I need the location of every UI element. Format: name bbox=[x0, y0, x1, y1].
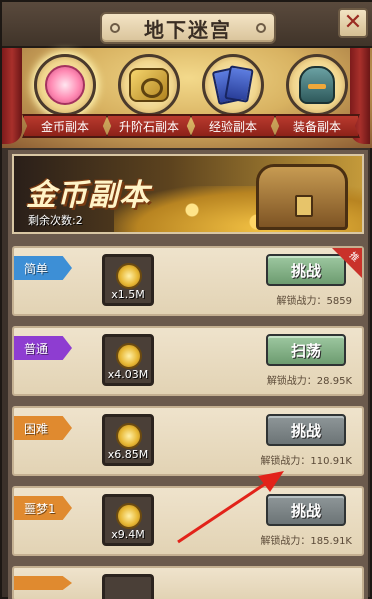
close-button[interactable]: ✕ bbox=[338, 8, 368, 38]
tab-icon-frame bbox=[34, 54, 96, 116]
window-title: 地下迷宫 bbox=[144, 17, 232, 42]
difficulty-tag: 噩梦1 bbox=[14, 496, 72, 520]
difficulty-row-partial bbox=[12, 566, 364, 599]
reward-slot[interactable]: x9.4M bbox=[102, 494, 154, 546]
unlock-power: 解锁战力：185.91K bbox=[260, 536, 352, 547]
reward-slot[interactable] bbox=[102, 574, 154, 599]
reward-quantity: x9.4M bbox=[111, 528, 145, 541]
sweep-button[interactable]: 扫荡 bbox=[266, 334, 346, 366]
difficulty-tag: 普通 bbox=[14, 336, 72, 360]
tab-equipment-dungeon[interactable]: 装备副本 bbox=[272, 54, 362, 146]
tab-exp-dungeon[interactable]: 经验副本 bbox=[188, 54, 278, 146]
tab-ribbon: 升阶石副本 bbox=[106, 114, 192, 138]
challenge-button[interactable]: 挑战 bbox=[266, 414, 346, 446]
title-plate: 地下迷宫 bbox=[100, 12, 276, 44]
unlock-power: 解锁战力：110.91K bbox=[260, 456, 352, 467]
tab-gold-dungeon[interactable]: 金币副本 bbox=[20, 54, 110, 146]
difficulty-label: 困难 bbox=[24, 421, 49, 436]
reward-quantity: x4.03M bbox=[107, 368, 149, 381]
curtain-left bbox=[2, 48, 22, 144]
tab-upgrade-stone-dungeon[interactable]: 升阶石副本 bbox=[104, 54, 194, 146]
difficulty-label: 简单 bbox=[24, 261, 49, 276]
tab-ribbon: 经验副本 bbox=[190, 114, 276, 138]
gold-coin-icon bbox=[116, 503, 142, 529]
banner-title: 金币副本 bbox=[26, 178, 150, 213]
tab-icon-frame bbox=[286, 54, 348, 116]
gold-dungeon-banner: 金币副本 剩余次数:2 bbox=[12, 154, 364, 234]
tab-icon-frame bbox=[202, 54, 264, 116]
reward-quantity: x6.85M bbox=[107, 448, 149, 461]
tab-label: 金币副本 bbox=[40, 119, 89, 134]
unlock-power: 解锁战力：5859 bbox=[276, 296, 352, 307]
dungeon-window: 地下迷宫 ✕ 金币副本 升阶石副本 经验副本 装备副本 金币副本 剩余次数:2 … bbox=[0, 0, 372, 599]
difficulty-row-nightmare-1: 噩梦1 x9.4M 挑战 解锁战力：185.91K bbox=[12, 486, 364, 556]
difficulty-label: 噩梦1 bbox=[24, 501, 56, 516]
gold-stone-icon bbox=[129, 68, 169, 102]
blue-cards-icon bbox=[211, 65, 254, 106]
difficulty-row-easy: 简单 x1.5M 挑战 解锁战力：5859 推 bbox=[12, 246, 364, 316]
action-label: 挑战 bbox=[290, 421, 321, 440]
window-header: 地下迷宫 ✕ bbox=[2, 2, 372, 48]
difficulty-row-hard: 困难 x6.85M 挑战 解锁战力：110.91K bbox=[12, 406, 364, 476]
remaining-attempts: 剩余次数:2 bbox=[28, 214, 83, 227]
treasure-chest-image bbox=[256, 164, 348, 230]
recommend-badge-label: 推 bbox=[346, 250, 361, 265]
gold-coin-icon bbox=[116, 343, 142, 369]
tab-label: 经验副本 bbox=[208, 119, 257, 134]
difficulty-tag: 简单 bbox=[14, 256, 72, 280]
gold-coin-icon bbox=[116, 263, 142, 289]
tab-ribbon: 装备副本 bbox=[274, 114, 360, 138]
tab-label: 装备副本 bbox=[292, 119, 341, 134]
difficulty-tag: 困难 bbox=[14, 416, 72, 440]
helmet-icon bbox=[299, 66, 335, 104]
action-label: 挑战 bbox=[290, 501, 321, 520]
tab-icon-frame bbox=[118, 54, 180, 116]
challenge-button[interactable]: 挑战 bbox=[266, 254, 346, 286]
reward-slot[interactable]: x4.03M bbox=[102, 334, 154, 386]
difficulty-row-normal: 普通 x4.03M 扫荡 解锁战力：28.95K bbox=[12, 326, 364, 396]
difficulty-tag bbox=[14, 576, 72, 590]
unlock-power: 解锁战力：28.95K bbox=[266, 376, 352, 387]
reward-slot[interactable]: x6.85M bbox=[102, 414, 154, 466]
tab-label: 升阶石副本 bbox=[118, 119, 179, 134]
title-ornament-right bbox=[256, 23, 266, 33]
reward-quantity: x1.5M bbox=[111, 288, 145, 301]
pink-gear-coin-icon bbox=[45, 65, 85, 105]
tab-ribbon: 金币副本 bbox=[22, 114, 108, 138]
gold-coin-icon bbox=[116, 423, 142, 449]
reward-slot[interactable]: x1.5M bbox=[102, 254, 154, 306]
difficulty-label: 普通 bbox=[24, 341, 49, 356]
action-label: 扫荡 bbox=[290, 341, 321, 360]
challenge-button[interactable]: 挑战 bbox=[266, 494, 346, 526]
action-label: 挑战 bbox=[290, 261, 321, 280]
close-icon: ✕ bbox=[343, 10, 363, 35]
title-ornament-left bbox=[110, 23, 120, 33]
